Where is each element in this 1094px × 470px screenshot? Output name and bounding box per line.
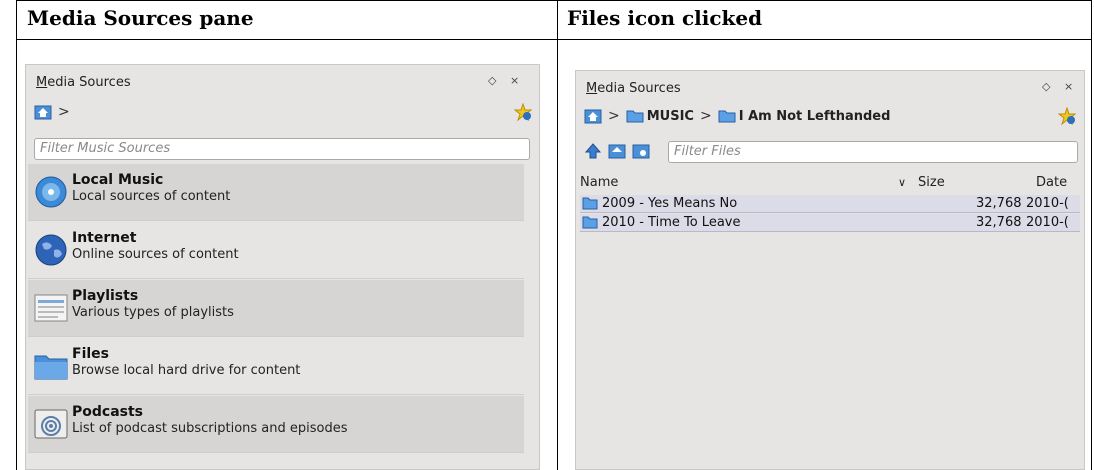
- float-button[interactable]: ◇: [488, 74, 496, 87]
- file-date: 2010-(: [1026, 196, 1069, 211]
- file-date: 2010-(: [1026, 215, 1069, 230]
- bookmark-star-icon[interactable]: [1058, 107, 1076, 125]
- home-folder-icon[interactable]: [608, 142, 626, 160]
- panel-title: Media Sources: [36, 75, 131, 90]
- source-description: Local sources of content: [72, 189, 231, 204]
- breadcrumb-separator[interactable]: >: [58, 104, 70, 120]
- date-column-header[interactable]: Date: [1036, 175, 1067, 190]
- column-divider: [557, 0, 558, 470]
- folder-icon: [582, 197, 598, 210]
- float-button[interactable]: ◇: [1042, 80, 1050, 93]
- folder-icon: [718, 110, 736, 123]
- filter-files-input[interactable]: Filter Files: [668, 141, 1078, 163]
- file-size: 32,768: [976, 215, 1022, 230]
- breadcrumb: > MUSIC > I Am Not Lefthanded: [584, 105, 890, 127]
- source-item-local-music[interactable]: Local Music Local sources of content: [28, 164, 524, 221]
- media-sources-files-panel: Media Sources ◇ × > MUSIC > I Am Not Lef…: [575, 70, 1085, 470]
- breadcrumb: >: [34, 101, 70, 123]
- breadcrumb-separator[interactable]: >: [608, 108, 620, 124]
- home-icon[interactable]: [34, 104, 52, 120]
- place-folder-icon[interactable]: [632, 142, 650, 160]
- source-item-podcasts[interactable]: Podcasts List of podcast subscriptions a…: [28, 396, 524, 453]
- source-title: Internet: [72, 230, 137, 246]
- podcast-icon: [34, 409, 68, 439]
- file-list-header: Name ∨ Size Date: [576, 173, 1084, 193]
- source-title: Playlists: [72, 288, 139, 304]
- home-icon[interactable]: [584, 108, 602, 124]
- source-description: Browse local hard drive for content: [72, 363, 301, 378]
- source-description: List of podcast subscriptions and episod…: [72, 421, 348, 436]
- source-description: Online sources of content: [72, 247, 239, 262]
- right-column-heading: Files icon clicked: [567, 6, 763, 30]
- breadcrumb-item-music[interactable]: MUSIC: [626, 109, 694, 124]
- source-description: Various types of playlists: [72, 305, 234, 320]
- file-name: 2010 - Time To Leave: [602, 215, 741, 230]
- close-button[interactable]: ×: [1064, 80, 1073, 93]
- up-arrow-icon[interactable]: [584, 142, 602, 160]
- file-size: 32,768: [976, 196, 1022, 211]
- file-row[interactable]: 2010 - Time To Leave 32,768 2010-(: [580, 214, 1080, 232]
- sort-chevron-icon[interactable]: ∨: [898, 176, 906, 189]
- bookmark-star-icon[interactable]: [514, 103, 532, 121]
- source-title: Local Music: [72, 172, 164, 188]
- source-title: Files: [72, 346, 109, 362]
- source-item-playlists[interactable]: Playlists Various types of playlists: [28, 280, 524, 337]
- cd-icon: [35, 176, 67, 208]
- file-name: 2009 - Yes Means No: [602, 196, 738, 211]
- playlist-icon: [34, 294, 68, 322]
- size-column-header[interactable]: Size: [918, 175, 945, 190]
- left-column-heading: Media Sources pane: [27, 6, 254, 30]
- media-sources-panel: Media Sources ◇ × > Filter Music Sources…: [25, 64, 540, 470]
- folder-icon: [626, 110, 644, 123]
- panel-title: Media Sources: [586, 81, 681, 96]
- globe-icon: [35, 234, 67, 266]
- breadcrumb-separator[interactable]: >: [700, 108, 712, 124]
- comparison-table: Media Sources pane Files icon clicked Me…: [16, 0, 1092, 470]
- breadcrumb-item-album[interactable]: I Am Not Lefthanded: [718, 109, 890, 124]
- folder-icon: [582, 216, 598, 229]
- folder-icon: [34, 355, 68, 380]
- name-column-header[interactable]: Name: [580, 175, 618, 190]
- file-row[interactable]: 2009 - Yes Means No 32,768 2010-(: [580, 195, 1080, 213]
- source-title: Podcasts: [72, 404, 144, 420]
- close-button[interactable]: ×: [510, 74, 519, 87]
- source-item-internet[interactable]: Internet Online sources of content: [28, 222, 524, 279]
- source-item-files[interactable]: Files Browse local hard drive for conten…: [28, 338, 524, 395]
- filter-sources-input[interactable]: Filter Music Sources: [34, 138, 530, 160]
